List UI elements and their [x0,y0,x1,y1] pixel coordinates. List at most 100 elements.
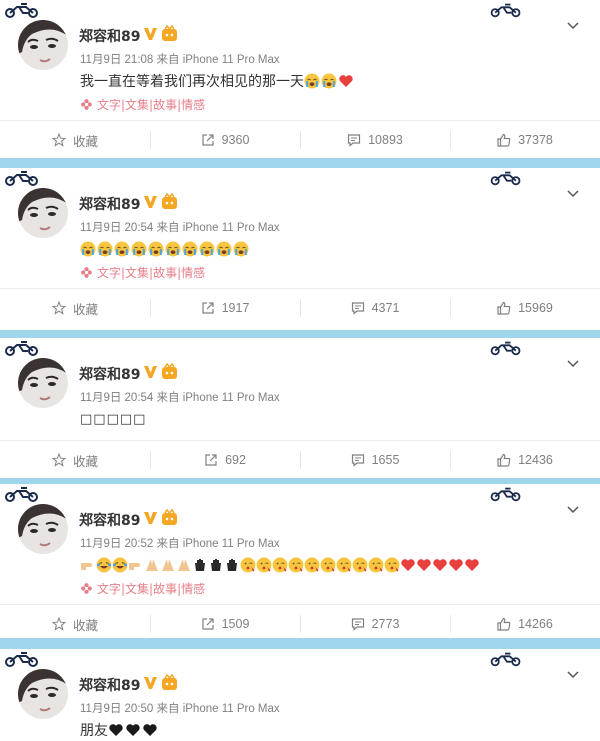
favorite-button[interactable]: 收藏 [0,441,150,478]
kissing-face-icon [288,557,304,573]
flower-icon [80,98,93,111]
member-badge-icon [161,363,178,380]
verified-badge-icon [142,363,159,380]
motorcycle-icon [488,2,524,18]
member-badge-icon [161,509,178,526]
comment-button[interactable]: 1655 [300,441,450,478]
emoji-row [80,241,249,257]
topic-tag[interactable]: 文字|文集|故事|情感 [80,580,205,597]
repost-button[interactable]: 1917 [150,289,300,327]
post-meta: 11月9日 21:08 来自 iPhone 11 Pro Max [80,54,280,66]
kissing-face-icon [368,557,384,573]
like-count: 14266 [518,617,553,631]
post-text: 我一直在等着我们再次相见的那一天 [80,70,354,92]
comment-count: 2773 [371,617,400,631]
verified-badge-icon [142,674,159,691]
weibo-post-card: 郑容和89 11月9日 20:52 来自 iPhone 11 Pro Max 文… [0,484,600,638]
favorite-button[interactable]: 收藏 [0,289,150,327]
favorite-button[interactable]: 收藏 [0,605,150,638]
red-heart-icon [338,73,354,89]
repost-icon [201,301,215,315]
repost-count: 9360 [221,133,250,147]
topic-tag[interactable]: 文字|文集|故事|情感 [80,264,205,281]
member-badge-icon [161,674,178,691]
like-count: 12436 [518,453,553,467]
post-text [80,554,480,576]
thumbs-up-icon [497,133,511,147]
username[interactable]: 郑容和89 [79,26,140,46]
motorcycle-icon [488,170,524,186]
chevron-down-icon[interactable] [566,356,580,370]
like-button[interactable]: 37378 [450,121,600,158]
username[interactable]: 郑容和89 [79,364,140,384]
red-heart-icon [400,557,416,573]
waving-hand-icon [192,557,208,573]
post-text: □□□□□ [80,408,146,430]
chevron-down-icon[interactable] [566,18,580,32]
avatar[interactable] [18,188,68,238]
topic-tag-label: 文字|文集|故事|情感 [97,266,206,280]
repost-icon [201,617,215,631]
praying-hands-icon [144,557,160,573]
comment-button[interactable]: 4371 [300,289,450,327]
username[interactable]: 郑容和89 [79,675,140,695]
comment-count: 4371 [371,301,400,315]
crying-face-icon [321,73,337,89]
repost-count: 1917 [221,301,250,315]
favorite-label: 收藏 [72,134,98,149]
crying-face-icon [233,241,249,257]
verified-badge-icon [142,509,159,526]
avatar[interactable] [18,669,68,719]
kissing-face-icon [256,557,272,573]
avatar[interactable] [18,20,68,70]
verified-badge-icon [142,25,159,42]
weibo-post-card: 郑容和89 11月9日 20:54 来自 iPhone 11 Pro Max □… [0,338,600,478]
like-button[interactable]: 14266 [450,605,600,638]
thumbs-up-icon [497,301,511,315]
crying-face-icon [182,241,198,257]
motorcycle-icon [488,651,524,667]
crying-face-icon [304,73,320,89]
topic-tag-label: 文字|文集|故事|情感 [97,582,206,596]
black-heart-icon [108,722,124,738]
waving-hand-icon [208,557,224,573]
motorcycle-icon [2,170,42,186]
favorite-label: 收藏 [72,618,98,633]
favorite-button[interactable]: 收藏 [0,121,150,158]
emoji-row [80,557,480,573]
topic-tag[interactable]: 文字|文集|故事|情感 [80,96,205,113]
post-text-content: □□□□□ [80,411,147,427]
like-button[interactable]: 15969 [450,289,600,327]
comment-button[interactable]: 2773 [300,605,450,638]
red-heart-icon [416,557,432,573]
repost-button[interactable]: 1509 [150,605,300,638]
comment-button[interactable]: 10893 [300,121,450,158]
repost-icon [204,453,218,467]
comment-icon [347,133,361,147]
star-icon [52,453,66,467]
repost-count: 1509 [221,617,250,631]
crying-face-icon [199,241,215,257]
favorite-label: 收藏 [72,302,98,317]
crying-face-icon [97,241,113,257]
repost-button[interactable]: 9360 [150,121,300,158]
avatar[interactable] [18,358,68,408]
praying-hands-icon [160,557,176,573]
red-heart-icon [432,557,448,573]
chevron-down-icon[interactable] [566,186,580,200]
motorcycle-icon [2,486,42,502]
repost-button[interactable]: 692 [150,441,300,478]
username[interactable]: 郑容和89 [79,194,140,214]
crying-face-icon [165,241,181,257]
comment-count: 1655 [371,453,400,467]
like-button[interactable]: 12436 [450,441,600,478]
pointing-hand-icon [128,557,144,573]
kissing-face-icon [336,557,352,573]
verified-badge-icon [142,193,159,210]
post-text-content: 我一直在等着我们再次相见的那一天 [80,74,304,90]
action-bar: 收藏 1509 2773 14266 [0,605,600,638]
chevron-down-icon[interactable] [566,502,580,516]
chevron-down-icon[interactable] [566,667,580,681]
username[interactable]: 郑容和89 [79,510,140,530]
avatar[interactable] [18,504,68,554]
